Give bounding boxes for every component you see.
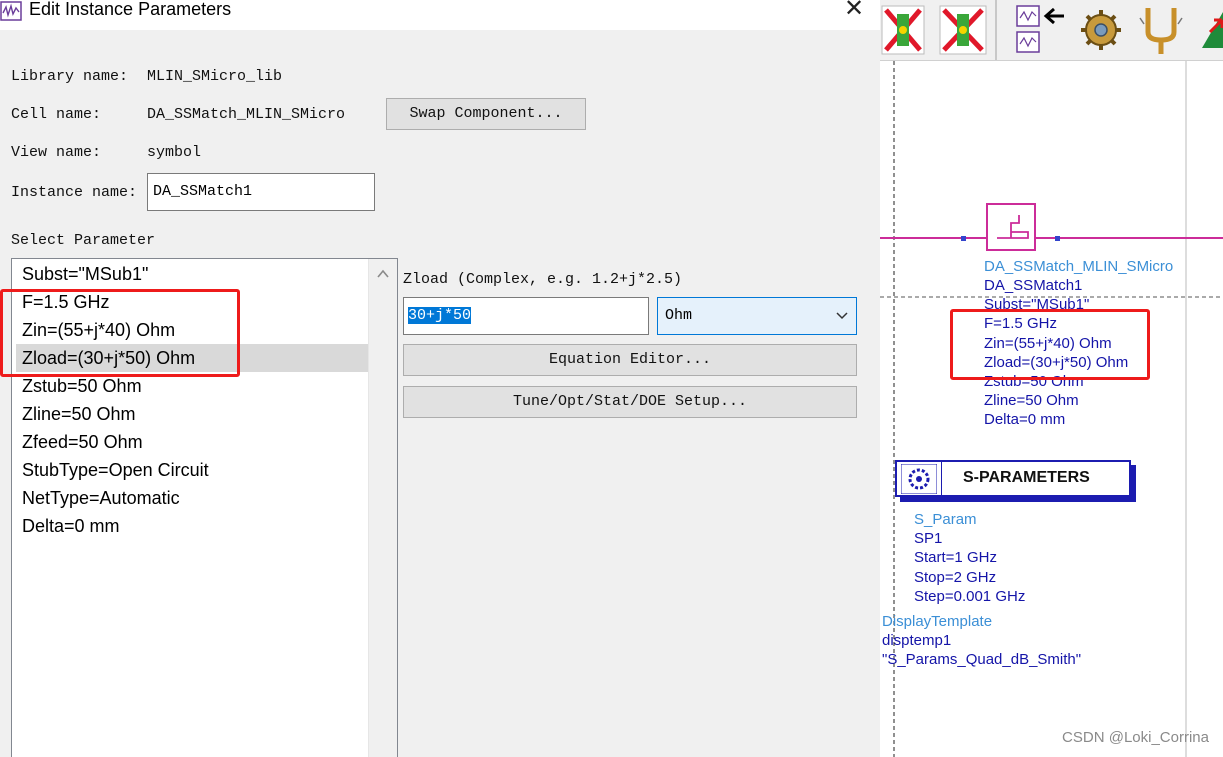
parameter-item[interactable]: Subst="MSub1" [16, 260, 368, 288]
component-label-line: DA_SSMatch1 [984, 277, 1083, 294]
instance-name-text: DA_SSMatch1 [153, 183, 253, 200]
optimize-arrow-icon[interactable] [1202, 8, 1223, 54]
title-bar: Edit Instance Parameters ✕ [0, 0, 880, 30]
tune-opt-button[interactable]: Tune/Opt/Stat/DOE Setup... [403, 386, 857, 418]
parameter-item[interactable]: Delta=0 mm [16, 512, 368, 540]
select-parameter-label: Select Parameter [11, 232, 156, 249]
parameter-item[interactable]: Zfeed=50 Ohm [16, 428, 368, 456]
library-name-label: Library name: [11, 68, 129, 85]
highlight-box [0, 289, 240, 377]
sparam-title: S-PARAMETERS [963, 469, 1090, 486]
simulate-gear-icon[interactable] [1076, 6, 1126, 54]
instance-name-input[interactable]: DA_SSMatch1 [147, 173, 375, 211]
close-icon[interactable]: ✕ [838, 0, 870, 24]
zload-value-text: 30+j*50 [408, 307, 472, 324]
component-label-line: DA_SSMatch_MLIN_SMicro [984, 258, 1174, 275]
display-template-line: "S_Params_Quad_dB_Smith" [882, 651, 1082, 668]
schematic-canvas[interactable]: DA_SSMatch_MLIN_SMicro DA_SSMatch1 Subst… [880, 0, 1223, 757]
parameter-item[interactable]: Zline=50 Ohm [16, 400, 368, 428]
tuning-fork-icon[interactable] [1136, 4, 1186, 56]
scroll-up-arrow-icon[interactable] [369, 259, 397, 283]
schematic-highlight-box [950, 309, 1150, 380]
equation-editor-button[interactable]: Equation Editor... [403, 344, 857, 376]
schematic-toolbar [880, 0, 1223, 61]
unit-select-value: Ohm [665, 307, 693, 324]
unit-select[interactable]: Ohm [657, 297, 857, 335]
instance-name-label: Instance name: [11, 184, 138, 201]
chevron-down-icon [836, 312, 848, 320]
short-component-icon[interactable] [938, 4, 988, 56]
sparam-divider [941, 462, 942, 495]
sparam-param-line: Start=1 GHz [914, 549, 997, 566]
cell-name-value: DA_SSMatch_MLIN_SMicro [147, 106, 346, 123]
toolbar-separator [995, 0, 997, 60]
sparam-param-line: S_Param [914, 511, 977, 528]
sparam-param-line: SP1 [914, 530, 943, 547]
library-name-value: MLIN_SMicro_lib [147, 68, 283, 85]
sparam-gear-icon [901, 464, 937, 494]
display-template-line: DisplayTemplate [882, 613, 993, 630]
edit-instance-dialog: Edit Instance Parameters ✕ Library name:… [0, 0, 880, 757]
view-name-label: View name: [11, 144, 102, 161]
zload-label: Zload (Complex, e.g. 1.2+j*2.5) [403, 271, 683, 288]
swap-component-button[interactable]: Swap Component... [386, 98, 586, 130]
display-template-line: disptemp1 [882, 632, 952, 649]
component-label-line: Delta=0 mm [984, 411, 1066, 428]
dialog-app-icon [0, 1, 22, 21]
parameter-list-scrollbar[interactable] [368, 259, 397, 757]
push-into-hierarchy-icon[interactable] [1012, 4, 1068, 56]
watermark: CSDN @Loki_Corrina [1062, 729, 1209, 746]
sparam-block[interactable]: S-PARAMETERS [895, 460, 1131, 497]
component-label-line: Zline=50 Ohm [984, 392, 1079, 409]
zload-value-input[interactable]: 30+j*50 [403, 297, 649, 335]
parameter-item[interactable]: StubType=Open Circuit [16, 456, 368, 484]
sparam-param-line: Step=0.001 GHz [914, 588, 1026, 605]
sparam-param-line: Stop=2 GHz [914, 569, 997, 586]
cell-name-label: Cell name: [11, 106, 102, 123]
dialog-title: Edit Instance Parameters [29, 0, 232, 19]
view-name-value: symbol [147, 144, 202, 161]
deactivate-component-icon[interactable] [880, 4, 926, 56]
parameter-item[interactable]: NetType=Automatic [16, 484, 368, 512]
